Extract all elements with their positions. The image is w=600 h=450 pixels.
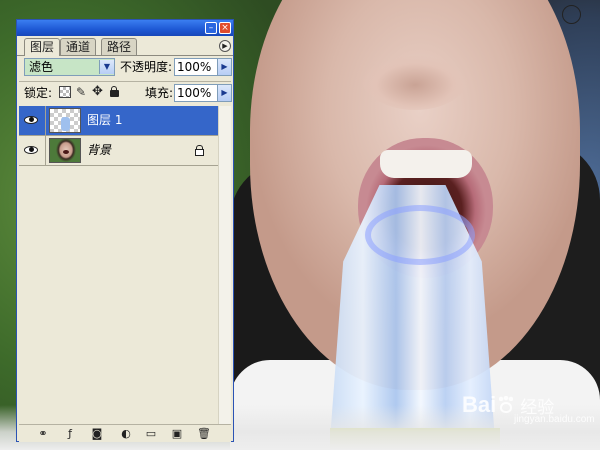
trash-icon[interactable]: 🗑 — [197, 427, 211, 440]
opacity-input[interactable]: 100% — [174, 58, 218, 76]
lock-position-move-icon[interactable]: ✥ — [92, 85, 104, 98]
layer-locked-icon — [195, 145, 204, 156]
visibility-eye-icon[interactable] — [24, 114, 38, 126]
layer-name: 背景 — [87, 143, 112, 157]
layer-thumbnail — [49, 108, 81, 133]
lock-pixels-brush-icon[interactable]: ✎ — [76, 86, 88, 98]
tab-channels[interactable]: 通道 — [60, 38, 97, 55]
fill-input[interactable]: 100% — [174, 84, 218, 102]
fill-slider-arrow-icon[interactable]: ▶ — [218, 84, 232, 102]
link-icon[interactable]: ⚭ — [34, 427, 52, 440]
layer-name: 图层 1 — [87, 113, 123, 127]
new-group-icon[interactable]: ▭ — [144, 427, 158, 440]
fill-label: 填充: — [145, 86, 174, 100]
blend-opacity-row: 滤色 ▼ 不透明度: 100% ▶ — [24, 58, 232, 78]
visibility-eye-icon[interactable] — [24, 144, 38, 156]
watermark-brand-left: Bai — [462, 392, 497, 417]
layer-thumbnail — [49, 138, 81, 163]
chevron-down-icon[interactable]: ▼ — [99, 60, 114, 74]
layer-row-background[interactable]: 背景 — [19, 136, 218, 166]
layer-mask-icon[interactable]: ◙ — [90, 427, 104, 440]
lock-fill-row: 锁定: ✎ ✥ 填充: 100% ▶ — [24, 84, 232, 104]
panel-menu-icon[interactable]: ▶ — [219, 40, 231, 52]
panel-tabs: 通道 路径 图层 ▶ — [20, 38, 232, 56]
opacity-slider-arrow-icon[interactable]: ▶ — [218, 58, 232, 76]
layers-bottom-toolbar: ⚭ ƒ ◙ ◐ ▭ ▣ 🗑 — [19, 424, 231, 442]
layers-panel: – × 通道 路径 图层 ▶ 滤色 ▼ 不透明度: 100% ▶ 锁定: ✎ ✥… — [16, 19, 234, 442]
minimize-icon[interactable]: – — [205, 22, 217, 34]
baidu-paw-icon — [497, 396, 515, 414]
row-separator — [19, 81, 231, 82]
blend-mode-select[interactable]: 滤色 ▼ — [24, 58, 115, 76]
watermark-url: jingyan.baidu.com — [514, 414, 595, 425]
eye-column-divider — [45, 136, 46, 165]
lock-label: 锁定: — [24, 86, 53, 100]
eye-column-divider — [45, 106, 46, 135]
lock-transparency-icon[interactable] — [59, 86, 71, 98]
brush-cursor-icon — [562, 5, 581, 24]
baidu-jingyan-watermark: Bai 经验 jingyan.baidu.com — [462, 384, 595, 426]
nose — [360, 40, 470, 110]
tab-layers[interactable]: 图层 — [24, 38, 61, 56]
tab-paths[interactable]: 路径 — [101, 38, 138, 55]
new-layer-icon[interactable]: ▣ — [170, 427, 184, 440]
water-ring — [365, 205, 475, 265]
layer-row-layer1[interactable]: 图层 1 — [19, 106, 218, 136]
layers-list: 图层 1 背景 — [19, 106, 218, 424]
opacity-label: 不透明度: — [120, 60, 173, 74]
panel-titlebar[interactable]: – × — [17, 20, 233, 36]
teeth — [380, 150, 472, 178]
layers-scrollbar[interactable] — [218, 106, 231, 424]
blend-mode-value: 滤色 — [29, 60, 54, 74]
adjustment-layer-icon[interactable]: ◐ — [119, 427, 133, 440]
layer-style-icon[interactable]: ƒ — [63, 427, 77, 440]
lock-all-icon[interactable] — [110, 86, 119, 97]
close-icon[interactable]: × — [219, 22, 231, 34]
